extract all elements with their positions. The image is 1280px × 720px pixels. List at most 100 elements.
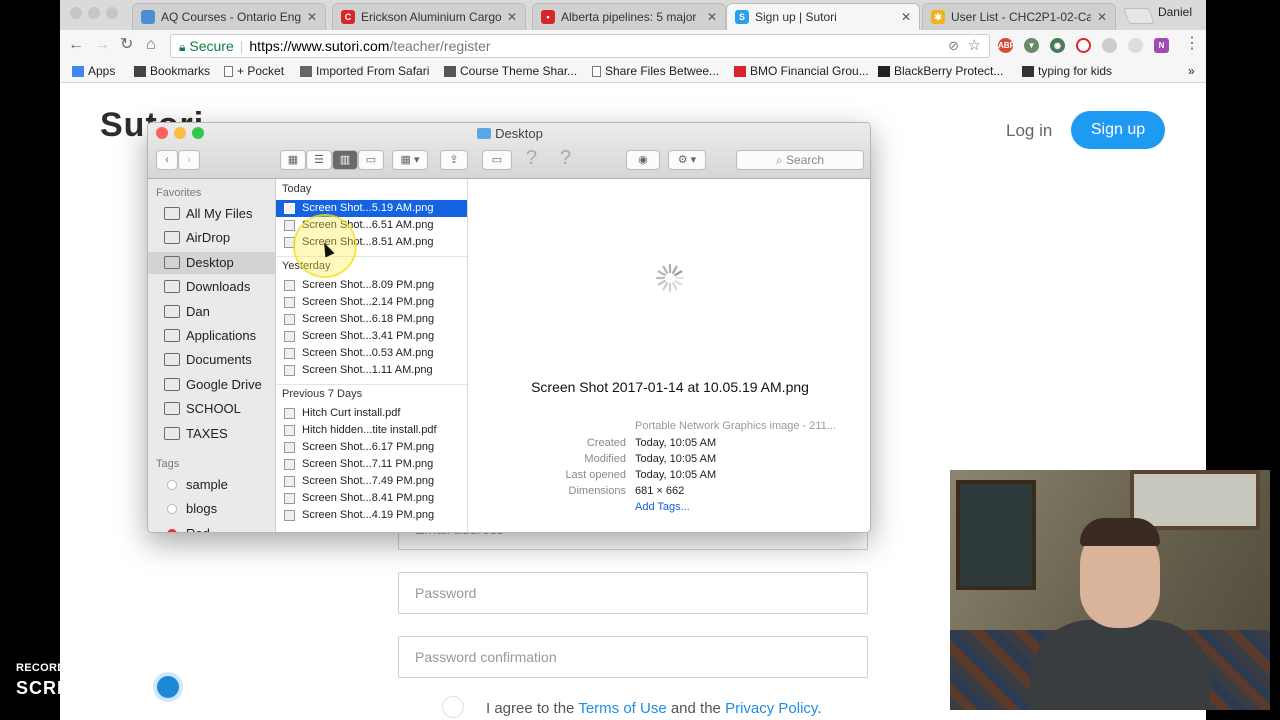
bookmark-item[interactable]: typing for kids [1022, 64, 1112, 78]
column-view-icon[interactable]: ▥ [332, 150, 358, 170]
reload-icon[interactable]: ↻ [120, 36, 133, 54]
tab-close-icon[interactable]: ✕ [707, 10, 717, 24]
action-gear-icon[interactable]: ⚙ ▾ [668, 150, 706, 170]
home-icon[interactable]: ⌂ [146, 36, 156, 54]
finder-search-input[interactable]: ⌕ Search [736, 150, 864, 170]
tab-close-icon[interactable]: ✕ [307, 10, 317, 24]
tag-icon[interactable]: ▭ [482, 150, 512, 170]
privacy-link[interactable]: Privacy Policy [725, 700, 817, 717]
address-bar[interactable]: 🔒︎ Secure | https://www.sutori.com/teacher/… [170, 34, 990, 58]
list-view-icon[interactable]: ☰ [306, 150, 332, 170]
agree-checkbox[interactable] [442, 696, 464, 719]
file-row[interactable]: Screen Shot...0.53 AM.png [276, 345, 467, 362]
sidebar-item[interactable]: SCHOOL [148, 398, 275, 420]
omnibox-separator: | [239, 38, 244, 54]
bookmark-item[interactable]: BlackBerry Protect... [878, 64, 1003, 78]
file-row[interactable]: Screen Shot...6.18 PM.png [276, 311, 467, 328]
file-row[interactable]: Screen Shot...1.11 AM.png [276, 362, 467, 379]
file-row[interactable]: Hitch hidden...tite install.pdf [276, 422, 467, 439]
add-tags-link[interactable]: Add Tags... [635, 501, 690, 513]
window-minimize-button[interactable] [88, 7, 100, 19]
webcam-wall-painting [956, 480, 1036, 590]
quicklook-eye-icon[interactable]: ◉ [626, 150, 660, 170]
icon-view-icon[interactable]: ▦ [280, 150, 306, 170]
bookmarks-overflow-icon[interactable]: » [1188, 64, 1195, 78]
sidebar-tag-item[interactable]: blogs [148, 498, 275, 520]
login-link[interactable]: Log in [1006, 121, 1052, 141]
sidebar-item[interactable]: AirDrop [148, 227, 275, 249]
browser-tab[interactable]: ✱ User List - CHC2P1-02-Ca ✕ [922, 3, 1116, 30]
extension-puzzle-icon[interactable] [1128, 38, 1143, 53]
bookmark-item[interactable]: + Pocket [224, 64, 284, 78]
signup-button[interactable]: Sign up [1071, 111, 1165, 149]
file-row[interactable]: Screen Shot...2.14 PM.png [276, 294, 467, 311]
window-close-button[interactable] [70, 7, 82, 19]
sidebar-item[interactable]: Dan [148, 301, 275, 323]
sidebar-item[interactable]: All My Files [148, 203, 275, 225]
onenote-icon[interactable]: N [1154, 38, 1169, 53]
file-row[interactable]: Screen Shot...7.11 PM.png [276, 456, 467, 473]
screen: AQ Courses - Ontario Engl ✕ C Erickson Alum… [0, 0, 1280, 720]
terms-link[interactable]: Terms of Use [578, 700, 666, 717]
file-row[interactable]: Screen Shot...5.19 AM.png [276, 200, 467, 217]
tab-close-icon[interactable]: ✕ [507, 10, 517, 24]
sidebar-item-icon [164, 280, 180, 294]
finder-forward-icon[interactable]: › [178, 150, 200, 170]
browser-tab[interactable]: • Alberta pipelines: 5 major ✕ [532, 3, 726, 30]
browser-tab[interactable]: C Erickson Aluminium Cargo ✕ [332, 3, 526, 30]
browser-tab[interactable]: AQ Courses - Ontario Engl ✕ [132, 3, 326, 30]
bookmark-item[interactable]: Course Theme Shar... [444, 64, 577, 78]
spinner-spoke [657, 279, 666, 286]
bookmark-item[interactable]: Share Files Betwee... [592, 64, 719, 78]
screencast-logo-icon [153, 672, 184, 702]
password-field[interactable]: Password [398, 572, 868, 614]
feedly-icon[interactable]: ▼ [1024, 38, 1039, 53]
coverflow-view-icon[interactable]: ▭ [358, 150, 384, 170]
file-row[interactable]: Hitch Curt install.pdf [276, 405, 467, 422]
adblock-icon[interactable]: ABP [998, 38, 1015, 53]
file-row[interactable]: Screen Shot...4.19 PM.png [276, 507, 467, 524]
password-confirm-field[interactable]: Password confirmation [398, 636, 868, 678]
file-row[interactable]: Screen Shot...8.09 PM.png [276, 277, 467, 294]
extension-globe-icon[interactable]: ◉ [1050, 38, 1065, 53]
file-row[interactable]: Screen Shot...3.41 PM.png [276, 328, 467, 345]
chrome-menu-icon[interactable]: ⋮ [1184, 35, 1200, 53]
bookmark-item[interactable]: Imported From Safari [300, 64, 429, 78]
sidebar-item[interactable]: Google Drive [148, 374, 275, 396]
bookmark-item[interactable]: Bookmarks [134, 64, 210, 78]
blocked-content-icon[interactable]: ⊘ [948, 35, 959, 57]
agree-prefix: I agree to the [486, 700, 575, 717]
sidebar-item[interactable]: Downloads [148, 276, 275, 298]
arrange-icon[interactable]: ▦ ▾ [392, 150, 428, 170]
back-icon[interactable]: ← [68, 36, 84, 54]
tab-close-icon[interactable]: ✕ [1097, 10, 1107, 24]
browser-tab[interactable]: S Sign up | Sutori ✕ [726, 3, 920, 30]
keyboard-icon [1022, 65, 1034, 77]
help-icon-2[interactable]: ? [560, 147, 571, 170]
file-row[interactable]: Screen Shot...6.17 PM.png [276, 439, 467, 456]
new-tab-button[interactable] [1123, 8, 1155, 24]
sidebar-tag-item[interactable]: sample [148, 474, 275, 496]
bookmark-label: BMO Financial Grou... [750, 64, 869, 78]
sidebar-item[interactable]: TAXES [148, 423, 275, 445]
sidebar-item[interactable]: Applications [148, 325, 275, 347]
extension-shield-icon[interactable] [1102, 38, 1117, 53]
sidebar-item[interactable]: Documents [148, 349, 275, 371]
sidebar-item-label: Applications [186, 328, 257, 343]
finder-back-icon[interactable]: ‹ [156, 150, 178, 170]
bookmark-star-icon[interactable]: ☆ [968, 35, 981, 57]
tab-close-icon[interactable]: ✕ [901, 10, 911, 24]
sidebar-item-icon [164, 255, 180, 269]
profile-name[interactable]: Daniel [1158, 5, 1192, 19]
file-row[interactable]: Screen Shot...8.41 PM.png [276, 490, 467, 507]
sidebar-tag-item[interactable]: Red [148, 523, 275, 532]
window-zoom-button[interactable] [106, 7, 118, 19]
forward-icon[interactable]: → [94, 36, 110, 54]
bookmark-item[interactable]: Apps [72, 64, 115, 78]
bookmark-item[interactable]: BMO Financial Grou... [734, 64, 869, 78]
share-icon[interactable]: ⇪ [440, 150, 468, 170]
help-icon[interactable]: ? [526, 147, 537, 170]
sidebar-item[interactable]: Desktop [148, 251, 275, 274]
opera-icon[interactable] [1076, 38, 1091, 53]
file-row[interactable]: Screen Shot...7.49 PM.png [276, 473, 467, 490]
